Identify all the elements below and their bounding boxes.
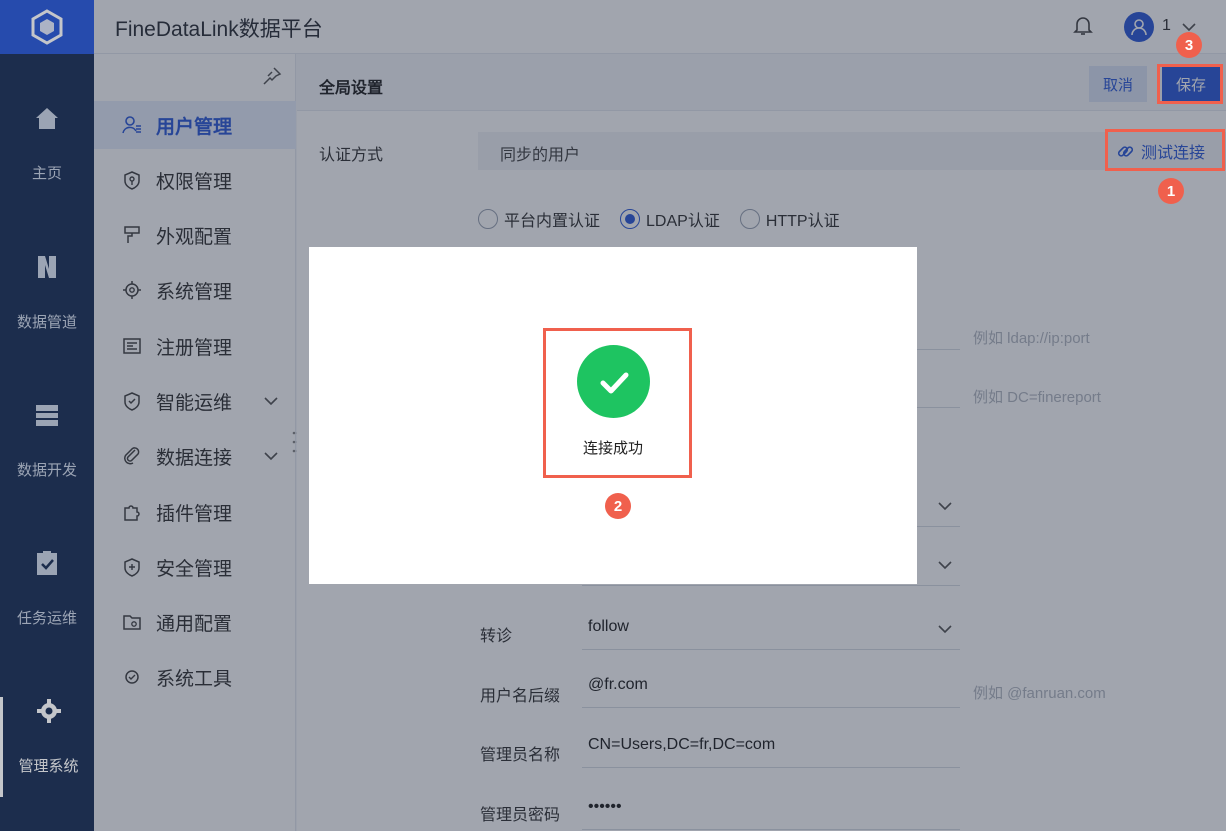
annotation-badge-1: 1 xyxy=(1158,178,1184,204)
annotation-badge-3: 3 xyxy=(1176,32,1202,58)
annotation-box-dialog xyxy=(543,328,692,478)
rail-dim xyxy=(0,0,94,831)
annotation-badge-2: 2 xyxy=(605,493,631,519)
annotation-box-save xyxy=(1157,64,1223,104)
annotation-box-test xyxy=(1105,129,1225,171)
